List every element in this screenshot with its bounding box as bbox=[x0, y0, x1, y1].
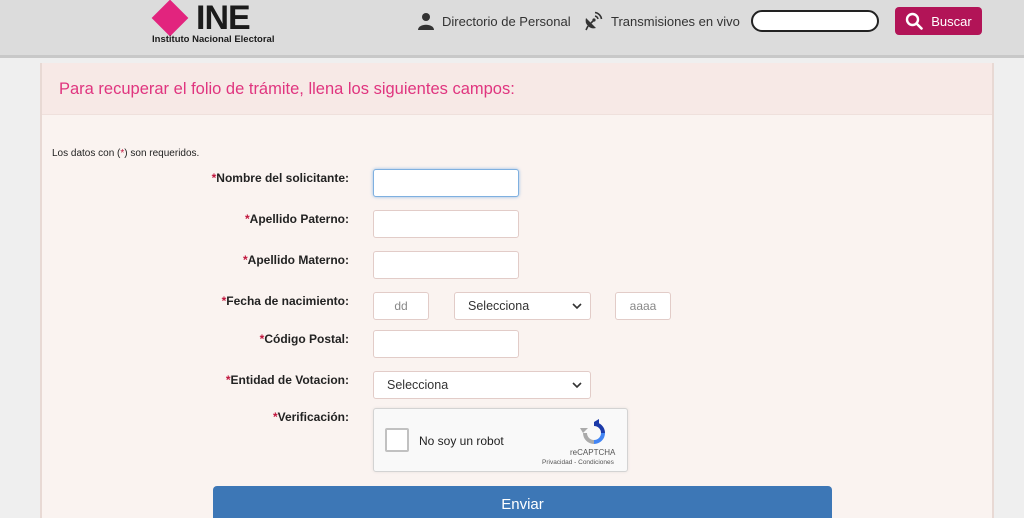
required-note: Los datos con (*) son requeridos. bbox=[52, 148, 200, 159]
person-icon bbox=[418, 13, 434, 30]
entidad-select[interactable]: Selecciona bbox=[373, 371, 591, 399]
search-button[interactable]: Buscar bbox=[895, 7, 982, 35]
nav-directorio-personal[interactable]: Directorio de Personal bbox=[418, 10, 571, 32]
label-apellido-paterno: *Apellido Paterno: bbox=[244, 212, 349, 226]
recaptcha-checkbox[interactable] bbox=[385, 428, 409, 452]
form-title-bar: Para recuperar el folio de trámite, llen… bbox=[42, 63, 992, 115]
search-input[interactable] bbox=[751, 10, 879, 32]
month-select[interactable]: Selecciona bbox=[454, 292, 591, 320]
nav-transmisiones-label: Transmisiones en vivo bbox=[611, 13, 740, 29]
nav-directorio-label: Directorio de Personal bbox=[442, 13, 571, 29]
form-title: Para recuperar el folio de trámite, llen… bbox=[59, 80, 515, 98]
logo-subtitle: Instituto Nacional Electoral bbox=[152, 34, 275, 45]
recaptcha-brand: reCAPTCHA bbox=[570, 448, 616, 457]
recaptcha-icon bbox=[580, 419, 605, 444]
label-verificacion: *Verificación: bbox=[272, 410, 349, 424]
logo-diamond-icon bbox=[151, 0, 189, 37]
chevron-down-icon bbox=[572, 302, 582, 309]
ine-logo[interactable]: INE Instituto Nacional Electoral bbox=[151, 0, 292, 46]
search-button-label: Buscar bbox=[931, 13, 972, 29]
nav-transmisiones[interactable]: Transmisiones en vivo bbox=[583, 10, 740, 32]
site-header: INE Instituto Nacional Electoral Directo… bbox=[0, 0, 1024, 58]
codigo-postal-input[interactable] bbox=[373, 330, 519, 358]
chevron-down-icon bbox=[572, 381, 582, 388]
recaptcha-label: No soy un robot bbox=[419, 434, 504, 448]
label-entidad-votacion: *Entidad de Votacion: bbox=[225, 373, 349, 387]
label-codigo-postal: *Código Postal: bbox=[259, 332, 349, 346]
apellido-paterno-input[interactable] bbox=[373, 210, 519, 238]
label-fecha-nacimiento: *Fecha de nacimiento: bbox=[221, 294, 349, 308]
apellido-materno-input[interactable] bbox=[373, 251, 519, 279]
recaptcha-links[interactable]: Privacidad - Condiciones bbox=[542, 459, 614, 466]
label-nombre: *Nombre del solicitante: bbox=[211, 171, 349, 185]
nombre-input[interactable] bbox=[373, 169, 519, 197]
enviar-button[interactable]: Enviar bbox=[213, 486, 832, 518]
entidad-select-value: Selecciona bbox=[387, 378, 449, 392]
search-icon bbox=[906, 12, 924, 30]
satellite-icon bbox=[585, 11, 603, 31]
logo-text: INE bbox=[196, 0, 251, 37]
year-input[interactable]: aaaa bbox=[615, 292, 671, 320]
recover-folio-form: Para recuperar el folio de trámite, llen… bbox=[40, 63, 994, 518]
month-select-value: Selecciona bbox=[468, 299, 530, 313]
day-input[interactable]: dd bbox=[373, 292, 429, 320]
label-apellido-materno: *Apellido Materno: bbox=[242, 253, 349, 267]
recaptcha-widget: No soy un robot reCAPTCHA Privacidad - C… bbox=[373, 408, 628, 472]
